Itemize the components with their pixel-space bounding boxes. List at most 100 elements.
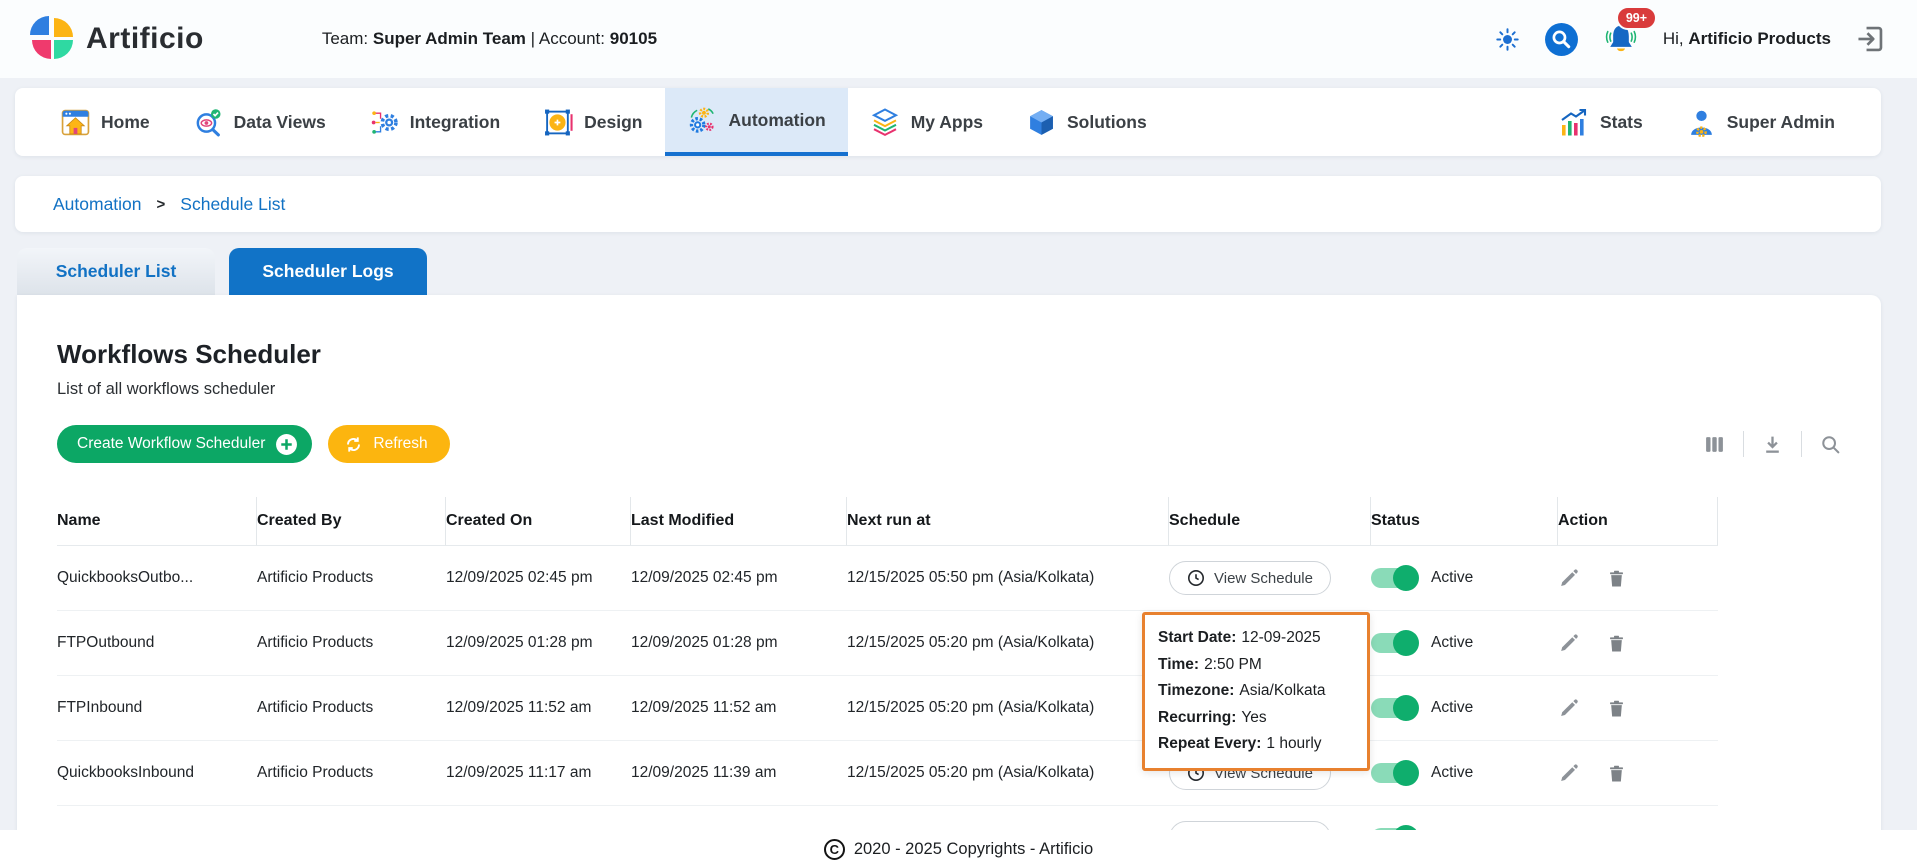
cell-next-run-at: 12/15/2025 05:20 pm (Asia/Kolkata) (847, 676, 1169, 741)
cell-created-by: Artificio Products (257, 741, 446, 806)
artificio-logo[interactable]: Artificio (32, 18, 204, 60)
tooltip-recurring-label: Recurring: (1158, 709, 1236, 726)
column-header-created-on: Created On (446, 497, 631, 546)
create-workflow-scheduler-button[interactable]: Create Workflow Scheduler (57, 425, 312, 463)
tooltip-start-date-label: Start Date: (1158, 629, 1236, 646)
divider (1743, 431, 1744, 457)
cell-name: FTPOutbound (57, 611, 257, 676)
table-search-icon[interactable] (1820, 434, 1841, 455)
search-icon[interactable] (1544, 22, 1579, 57)
status-label: Active (1431, 634, 1473, 652)
status-label: Active (1431, 569, 1473, 587)
tooltip-timezone-label: Timezone: (1158, 682, 1234, 699)
solutions-icon (1027, 108, 1056, 137)
automation-icon (687, 105, 718, 136)
stats-icon (1559, 107, 1589, 137)
cell-created-by: Artificio Products (257, 546, 446, 611)
nav-label-automation: Automation (729, 110, 826, 131)
tooltip-time-value: 2:50 PM (1204, 656, 1262, 673)
team-name: Super Admin Team (373, 29, 526, 48)
cell-last-modified: 12/09/2025 11:39 am (631, 741, 847, 806)
column-header-schedule: Schedule (1169, 497, 1371, 546)
cell-name: QuickbooksOutbo... (57, 546, 257, 611)
delete-icon[interactable] (1607, 569, 1626, 588)
status-toggle[interactable] (1371, 763, 1417, 783)
delete-icon[interactable] (1607, 699, 1626, 718)
separator: | (531, 29, 535, 48)
download-icon[interactable] (1762, 434, 1783, 455)
tooltip-repeat-every-value: 1 hourly (1266, 735, 1321, 752)
status-toggle[interactable] (1371, 633, 1417, 653)
cell-next-run-at: 12/15/2025 05:20 pm (Asia/Kolkata) (847, 611, 1169, 676)
super-admin-icon (1687, 108, 1716, 137)
nav-item-super-admin[interactable]: Super Admin (1665, 88, 1857, 156)
view-schedule-label: View Schedule (1214, 570, 1313, 587)
view-schedule-button[interactable]: View Schedule (1169, 561, 1331, 595)
table-row: QuickbooksInbound Artificio Products 12/… (57, 741, 1841, 806)
table-row: FTPInbound Artificio Products 12/09/2025… (57, 676, 1841, 741)
workflows-scheduler-table: Name Created By Created On Last Modified… (57, 497, 1841, 868)
account-label: Account: (539, 29, 605, 48)
nav-item-solutions[interactable]: Solutions (1005, 88, 1169, 156)
delete-icon[interactable] (1607, 634, 1626, 653)
edit-icon[interactable] (1558, 763, 1579, 784)
nav-item-integration[interactable]: Integration (348, 88, 522, 156)
status-label: Active (1431, 699, 1473, 717)
cell-created-by: Artificio Products (257, 611, 446, 676)
nav-item-design[interactable]: Design (522, 88, 664, 156)
logout-icon[interactable] (1855, 24, 1885, 54)
status-label: Active (1431, 764, 1473, 782)
data-views-icon (194, 108, 223, 137)
create-button-label: Create Workflow Scheduler (77, 435, 265, 453)
cell-next-run-at: 12/15/2025 05:50 pm (Asia/Kolkata) (847, 546, 1169, 611)
scheduler-tabs: Scheduler List Scheduler Logs (17, 248, 427, 295)
nav-item-home[interactable]: Home (39, 88, 172, 156)
nav-item-stats[interactable]: Stats (1537, 88, 1665, 156)
toolbar: Create Workflow Scheduler Refresh (57, 425, 1841, 463)
nav-label-stats: Stats (1600, 112, 1643, 133)
brightness-icon[interactable] (1495, 27, 1520, 52)
nav-item-data-views[interactable]: Data Views (172, 88, 348, 156)
nav-label-data-views: Data Views (234, 112, 326, 133)
delete-icon[interactable] (1607, 764, 1626, 783)
nav-item-automation[interactable]: Automation (665, 88, 848, 156)
tab-scheduler-logs[interactable]: Scheduler Logs (229, 248, 427, 295)
clock-icon (1187, 569, 1205, 587)
edit-icon[interactable] (1558, 568, 1579, 589)
nav-label-solutions: Solutions (1067, 112, 1147, 133)
edit-icon[interactable] (1558, 698, 1579, 719)
copyright-icon: C (824, 839, 845, 860)
page-title: Workflows Scheduler (57, 339, 1881, 370)
edit-icon[interactable] (1558, 633, 1579, 654)
refresh-icon (344, 435, 363, 454)
notifications-bell-icon[interactable]: 99+ (1603, 21, 1639, 57)
nav-label-home: Home (101, 112, 150, 133)
cell-last-modified: 12/09/2025 01:28 pm (631, 611, 847, 676)
columns-icon[interactable] (1704, 434, 1725, 455)
divider (1801, 431, 1802, 457)
cell-name: FTPInbound (57, 676, 257, 741)
my-apps-icon (870, 107, 900, 137)
artificio-logo-icon (32, 18, 74, 60)
breadcrumb-automation[interactable]: Automation (53, 194, 142, 215)
cell-created-on: 12/09/2025 11:52 am (446, 676, 631, 741)
status-toggle[interactable] (1371, 698, 1417, 718)
tab-scheduler-list[interactable]: Scheduler List (17, 248, 215, 295)
footer-text: 2020 - 2025 Copyrights - Artificio (854, 840, 1093, 859)
cell-last-modified: 12/09/2025 02:45 pm (631, 546, 847, 611)
schedule-details-tooltip: Start Date:12-09-2025 Time:2:50 PM Timez… (1142, 612, 1370, 771)
logo-text: Artificio (86, 22, 204, 56)
nav-item-my-apps[interactable]: My Apps (848, 88, 1005, 156)
greeting-prefix: Hi, (1663, 29, 1684, 48)
refresh-button[interactable]: Refresh (328, 425, 449, 463)
breadcrumb: Automation > Schedule List (15, 176, 1881, 232)
column-header-last-modified: Last Modified (631, 497, 847, 546)
nav-label-integration: Integration (410, 112, 500, 133)
tooltip-repeat-every-label: Repeat Every: (1158, 735, 1261, 752)
cell-next-run-at: 12/15/2025 05:20 pm (Asia/Kolkata) (847, 741, 1169, 806)
status-toggle[interactable] (1371, 568, 1417, 588)
breadcrumb-schedule-list[interactable]: Schedule List (180, 194, 285, 215)
top-header: Artificio Team: Super Admin Team | Accou… (0, 0, 1917, 78)
main-navigation: Home Data Views (15, 88, 1881, 156)
notification-count-badge: 99+ (1616, 6, 1657, 30)
